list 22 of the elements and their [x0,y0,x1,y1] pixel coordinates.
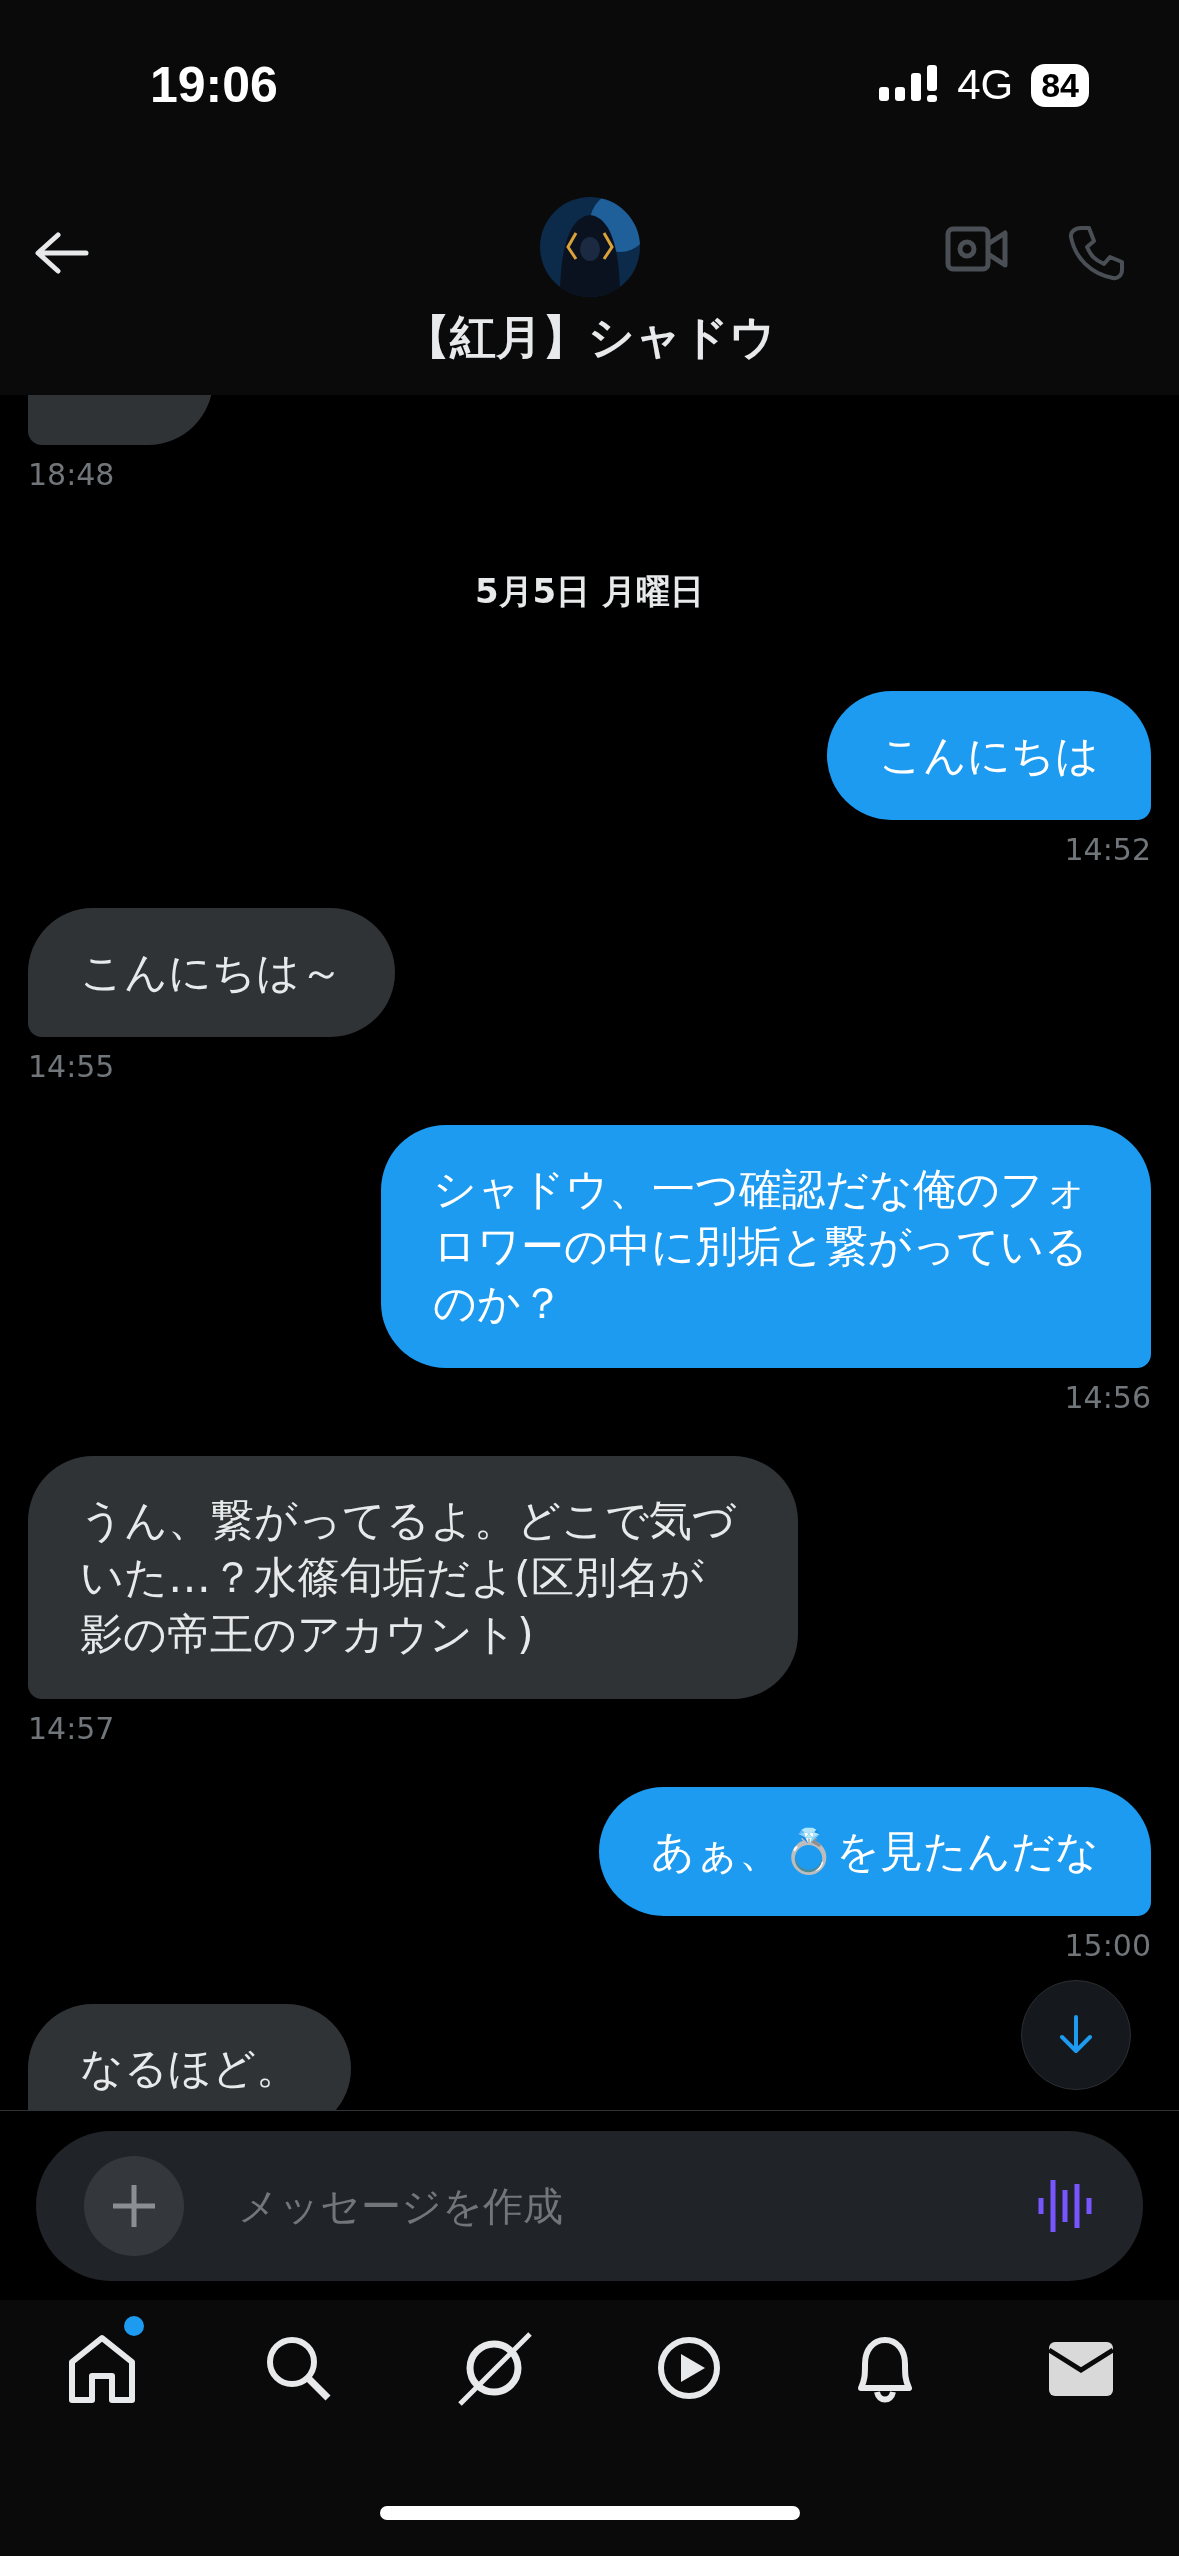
message-field[interactable]: メッセージを作成 [236,2181,985,2230]
message-bubble: こんにちは [827,691,1151,820]
message-bubble: なるほど。 [28,2004,351,2110]
message-bubble: あぁ、💍を見たんだな [599,1787,1151,1916]
back-arrow-icon[interactable] [34,230,90,275]
status-time: 19:06 [150,56,278,114]
arrow-down-icon [1058,2015,1094,2055]
signal-icon [879,65,940,105]
message-time: 18:48 [28,456,115,494]
battery-level: 84 [1031,63,1089,107]
message-time: 14:52 [1064,831,1151,869]
message-time: 14:56 [1064,1379,1151,1417]
contact-name: 【紅月】シャドウ [403,308,776,366]
network-label: 4G [957,61,1014,109]
voice-icon[interactable] [1037,2177,1093,2234]
message-time: 15:00 [1064,1927,1151,1965]
message-time: 14:55 [28,1048,115,1086]
message-bubble: うん、繋がってるよ。どこで気づいた…？水篠旬垢だよ(区別名が影の帝王のアカウント) [28,1456,798,1699]
message-bubble: こんにちは～ [28,908,395,1037]
message-bubble: シャドウ、一つ確認だな俺のフォロワーの中に別垢と繋がっているのか？ [381,1125,1151,1368]
date-divider: 5月5日 月曜日 [474,570,705,613]
message-time: 14:57 [28,1710,115,1748]
